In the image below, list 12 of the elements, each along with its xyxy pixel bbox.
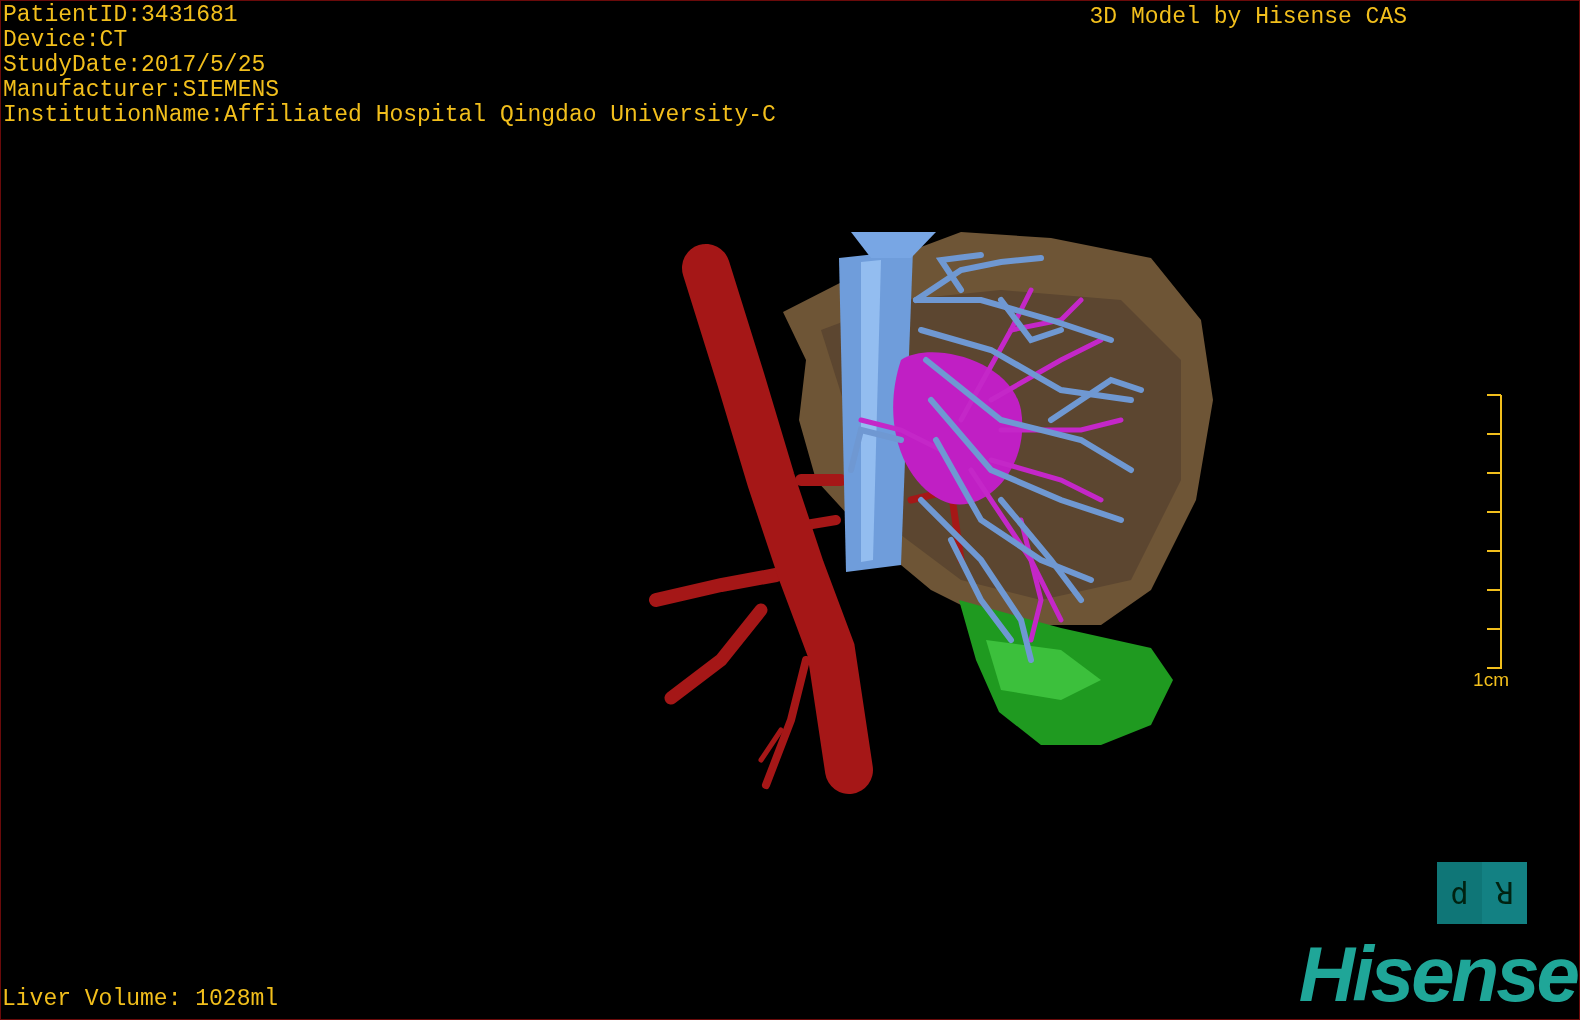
- brand-logo: Hisense: [1298, 942, 1577, 1006]
- patient-info: InstitutionName:Affiliated Hospital Qingdao University-C: [3, 103, 776, 128]
- patient-info: Device:CT: [3, 28, 128, 53]
- orientation-cube[interactable]: d R: [1437, 862, 1527, 924]
- patient-info: Manufacturer:SIEMENS: [3, 78, 280, 103]
- liver-volume: Liver Volume: 1028ml: [2, 985, 280, 1013]
- orientation-label: R: [1482, 862, 1527, 924]
- orientation-label: d: [1437, 862, 1482, 924]
- scale-label: 1cm: [1473, 670, 1509, 690]
- viewer-title: 3D Model by Hisense CAS: [1089, 3, 1407, 31]
- patient-info: StudyDate:2017/5/25: [3, 53, 266, 78]
- patient-info: PatientID:3431681: [3, 3, 238, 28]
